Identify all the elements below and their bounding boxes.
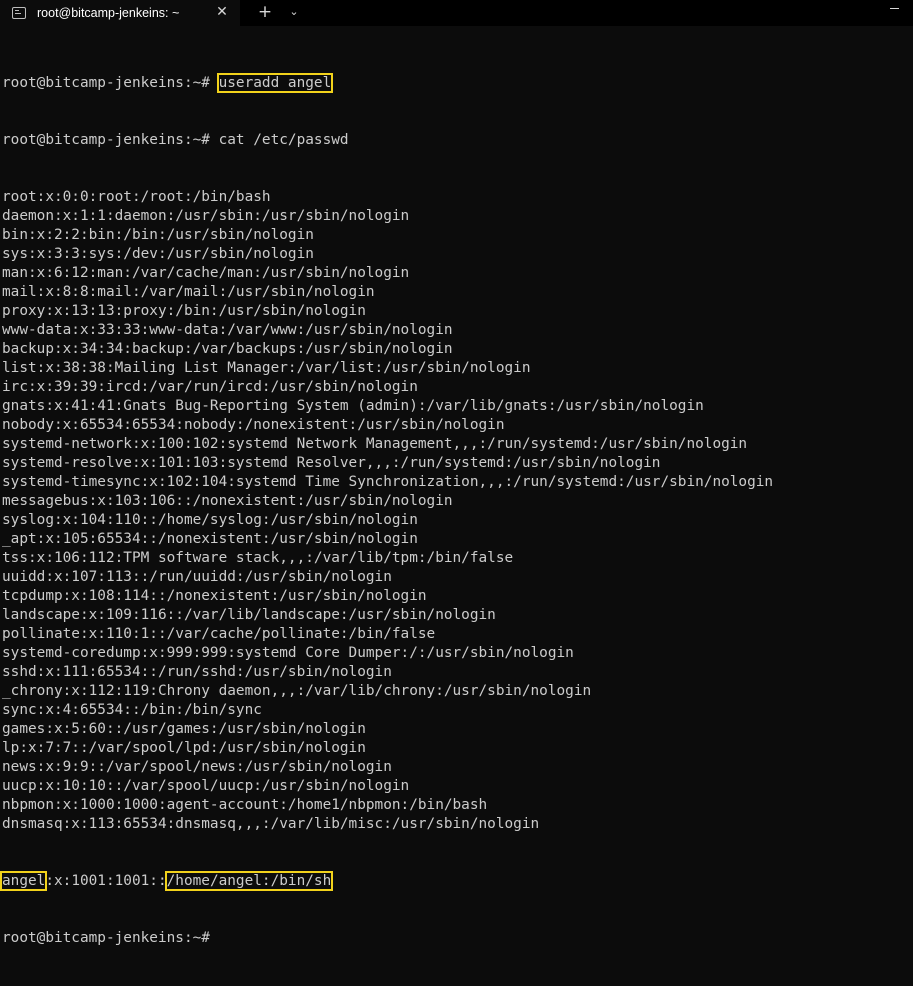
passwd-line: www-data:x:33:33:www-data:/var/www:/usr/…	[2, 322, 453, 338]
passwd-line: list:x:38:38:Mailing List Manager:/var/l…	[2, 360, 531, 376]
passwd-line: dnsmasq:x:113:65534:dnsmasq,,,:/var/lib/…	[2, 816, 540, 832]
passwd-line: systemd-network:x:100:102:systemd Networ…	[2, 436, 748, 452]
tab-title: root@bitcamp-jenkeins: ~	[37, 6, 180, 20]
passwd-line: landscape:x:109:116::/var/lib/landscape:…	[2, 607, 496, 623]
useradd-command: useradd angel	[216, 73, 334, 93]
command-line: root@bitcamp-jenkeins:~# useradd angel	[2, 73, 913, 93]
prompt: root@bitcamp-jenkeins:~#	[2, 132, 210, 148]
passwd-line: systemd-resolve:x:101:103:systemd Resolv…	[2, 455, 661, 471]
passwd-output: root:x:0:0:root:/root:/bin/bash daemon:x:…	[2, 188, 913, 834]
passwd-line: _chrony:x:112:119:Chrony daemon,,,:/var/…	[2, 683, 592, 699]
passwd-line: man:x:6:12:man:/var/cache/man:/usr/sbin/…	[2, 265, 410, 281]
passwd-line: bin:x:2:2:bin:/bin:/usr/sbin/nologin	[2, 227, 314, 243]
passwd-line: syslog:x:104:110::/home/syslog:/usr/sbin…	[2, 512, 418, 528]
passwd-line: tcpdump:x:108:114::/nonexistent:/usr/sbi…	[2, 588, 427, 604]
passwd-line: gnats:x:41:41:Gnats Bug-Reporting System…	[2, 398, 704, 414]
passwd-line: irc:x:39:39:ircd:/var/run/ircd:/usr/sbin…	[2, 379, 418, 395]
passwd-line: pollinate:x:110:1::/var/cache/pollinate:…	[2, 626, 436, 642]
passwd-line: backup:x:34:34:backup:/var/backups:/usr/…	[2, 341, 453, 357]
tab-terminal[interactable]: root@bitcamp-jenkeins: ~ ✕	[0, 0, 240, 26]
passwd-line: uuidd:x:107:113::/run/uuidd:/usr/sbin/no…	[2, 569, 392, 585]
prompt: root@bitcamp-jenkeins:~#	[2, 75, 210, 91]
prompt: root@bitcamp-jenkeins:~#	[2, 930, 210, 946]
passwd-line: root:x:0:0:root:/root:/bin/bash	[2, 189, 271, 205]
tab-bar: root@bitcamp-jenkeins: ~ ✕ + ⌄	[0, 0, 913, 26]
terminal-window: root@bitcamp-jenkeins: ~ ✕ + ⌄ root@bitc…	[0, 0, 913, 946]
chevron-down-icon[interactable]: ⌄	[286, 4, 302, 20]
close-icon[interactable]: ✕	[214, 4, 230, 20]
passwd-line: news:x:9:9::/var/spool/news:/usr/sbin/no…	[2, 759, 392, 775]
plus-icon[interactable]: +	[256, 3, 274, 21]
passwd-line: messagebus:x:103:106::/nonexistent:/usr/…	[2, 493, 453, 509]
passwd-line: nobody:x:65534:65534:nobody:/nonexistent…	[2, 417, 505, 433]
passwd-line: lp:x:7:7::/var/spool/lpd:/usr/sbin/nolog…	[2, 740, 366, 756]
passwd-line: sys:x:3:3:sys:/dev:/usr/sbin/nologin	[2, 246, 314, 262]
passwd-line: _apt:x:105:65534::/nonexistent:/usr/sbin…	[2, 531, 418, 547]
cat-command: cat /etc/passwd	[218, 132, 349, 148]
passwd-line: systemd-timesync:x:102:104:systemd Time …	[2, 474, 774, 490]
passwd-line: sync:x:4:65534::/bin:/bin/sync	[2, 702, 262, 718]
angel-username: angel	[0, 871, 48, 891]
passwd-line: games:x:5:60::/usr/games:/usr/sbin/nolog…	[2, 721, 366, 737]
passwd-line: sshd:x:111:65534::/run/sshd:/usr/sbin/no…	[2, 664, 392, 680]
passwd-line: proxy:x:13:13:proxy:/bin:/usr/sbin/nolog…	[2, 303, 366, 319]
passwd-line: uucp:x:10:10::/var/spool/uucp:/usr/sbin/…	[2, 778, 410, 794]
angel-home-shell: /home/angel:/bin/sh	[164, 871, 334, 891]
minimize-icon[interactable]	[884, 0, 904, 16]
terminal-icon	[12, 7, 26, 19]
terminal-output[interactable]: root@bitcamp-jenkeins:~# useradd angel r…	[0, 36, 913, 946]
passwd-line: mail:x:8:8:mail:/var/mail:/usr/sbin/nolo…	[2, 284, 375, 300]
passwd-line: daemon:x:1:1:daemon:/usr/sbin:/usr/sbin/…	[2, 208, 410, 224]
passwd-line-angel: angel:x:1001:1001::/home/angel:/bin/sh	[0, 871, 913, 891]
command-line: root@bitcamp-jenkeins:~# cat /etc/passwd	[2, 131, 913, 150]
passwd-line: tss:x:106:112:TPM software stack,,,:/var…	[2, 550, 514, 566]
command-line: root@bitcamp-jenkeins:~#	[2, 929, 913, 948]
passwd-line: nbpmon:x:1000:1000:agent-account:/home1/…	[2, 797, 488, 813]
angel-ids: :x:1001:1001::	[45, 873, 167, 889]
passwd-line: systemd-coredump:x:999:999:systemd Core …	[2, 645, 574, 661]
